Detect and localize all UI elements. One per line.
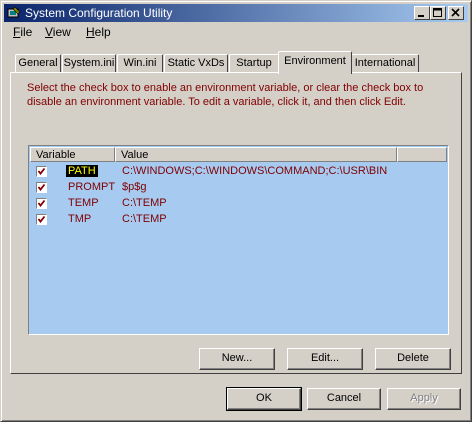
list-row[interactable]: PATH C:\WINDOWS;C:\WINDOWS\COMMAND;C:\US… bbox=[30, 164, 447, 180]
variable-value[interactable]: $p$g bbox=[122, 181, 146, 193]
checkmark-icon bbox=[37, 183, 46, 191]
tab-system-ini[interactable]: System.ini bbox=[62, 54, 116, 72]
list-header: Variable Value bbox=[30, 147, 447, 162]
window-title: System Configuration Utility bbox=[25, 6, 173, 20]
column-header-value[interactable]: Value bbox=[115, 147, 397, 162]
close-button[interactable] bbox=[448, 6, 464, 20]
row-checkbox[interactable] bbox=[36, 182, 47, 193]
tab-environment[interactable]: Environment bbox=[278, 51, 352, 74]
system-configuration-window: System Configuration Utility File View H… bbox=[0, 0, 472, 422]
menu-view[interactable]: View bbox=[45, 25, 71, 39]
tab-static-vxds[interactable]: Static VxDs bbox=[164, 54, 228, 72]
row-checkbox[interactable] bbox=[36, 198, 47, 209]
variable-value[interactable]: C:\TEMP bbox=[122, 213, 167, 225]
variable-name[interactable]: PROMPT bbox=[66, 181, 117, 193]
list-row[interactable]: PROMPT $p$g bbox=[30, 180, 447, 196]
ok-button[interactable]: OK bbox=[226, 387, 302, 411]
list-row[interactable]: TEMP C:\TEMP bbox=[30, 196, 447, 212]
tab-international[interactable]: International bbox=[351, 54, 419, 72]
minimize-icon bbox=[418, 15, 424, 17]
checkmark-icon bbox=[37, 199, 46, 207]
tab-startup[interactable]: Startup bbox=[229, 54, 279, 72]
app-icon bbox=[7, 6, 21, 18]
variable-name[interactable]: PATH bbox=[66, 165, 98, 177]
variable-name[interactable]: TEMP bbox=[66, 197, 101, 209]
column-header-blank[interactable] bbox=[397, 147, 447, 162]
variable-name[interactable]: TMP bbox=[66, 213, 93, 225]
column-header-variable[interactable]: Variable bbox=[30, 147, 115, 162]
delete-button[interactable]: Delete bbox=[375, 348, 451, 370]
tab-general[interactable]: General bbox=[15, 54, 61, 72]
instructions-text: Select the check box to enable an enviro… bbox=[27, 82, 424, 108]
title-bar[interactable]: System Configuration Utility bbox=[4, 4, 468, 22]
variable-value[interactable]: C:\TEMP bbox=[122, 197, 167, 209]
row-checkbox[interactable] bbox=[36, 214, 47, 225]
environment-panel: Select the check box to enable an enviro… bbox=[10, 72, 462, 374]
checkmark-icon bbox=[37, 167, 46, 175]
list-row[interactable]: TMP C:\TEMP bbox=[30, 212, 447, 228]
maximize-button[interactable] bbox=[430, 6, 446, 20]
maximize-icon bbox=[433, 8, 442, 17]
close-icon bbox=[451, 8, 460, 17]
checkmark-icon bbox=[37, 215, 46, 223]
apply-button[interactable]: Apply bbox=[387, 388, 461, 410]
row-checkbox[interactable] bbox=[36, 166, 47, 177]
menu-file[interactable]: File bbox=[13, 25, 32, 39]
menu-bar: File View Help bbox=[4, 23, 468, 42]
environment-variables-list[interactable]: Variable Value PATH C:\WINDOWS;C:\WINDOW… bbox=[28, 145, 449, 335]
variable-value[interactable]: C:\WINDOWS;C:\WINDOWS\COMMAND;C:\USR\BIN bbox=[122, 165, 387, 177]
tab-win-ini[interactable]: Win.ini bbox=[117, 54, 163, 72]
new-button[interactable]: New... bbox=[199, 348, 275, 370]
menu-help[interactable]: Help bbox=[86, 25, 111, 39]
tab-strip: General System.ini Win.ini Static VxDs S… bbox=[10, 51, 462, 74]
cancel-button[interactable]: Cancel bbox=[307, 388, 381, 410]
minimize-button[interactable] bbox=[414, 6, 430, 20]
edit-button[interactable]: Edit... bbox=[287, 348, 363, 370]
